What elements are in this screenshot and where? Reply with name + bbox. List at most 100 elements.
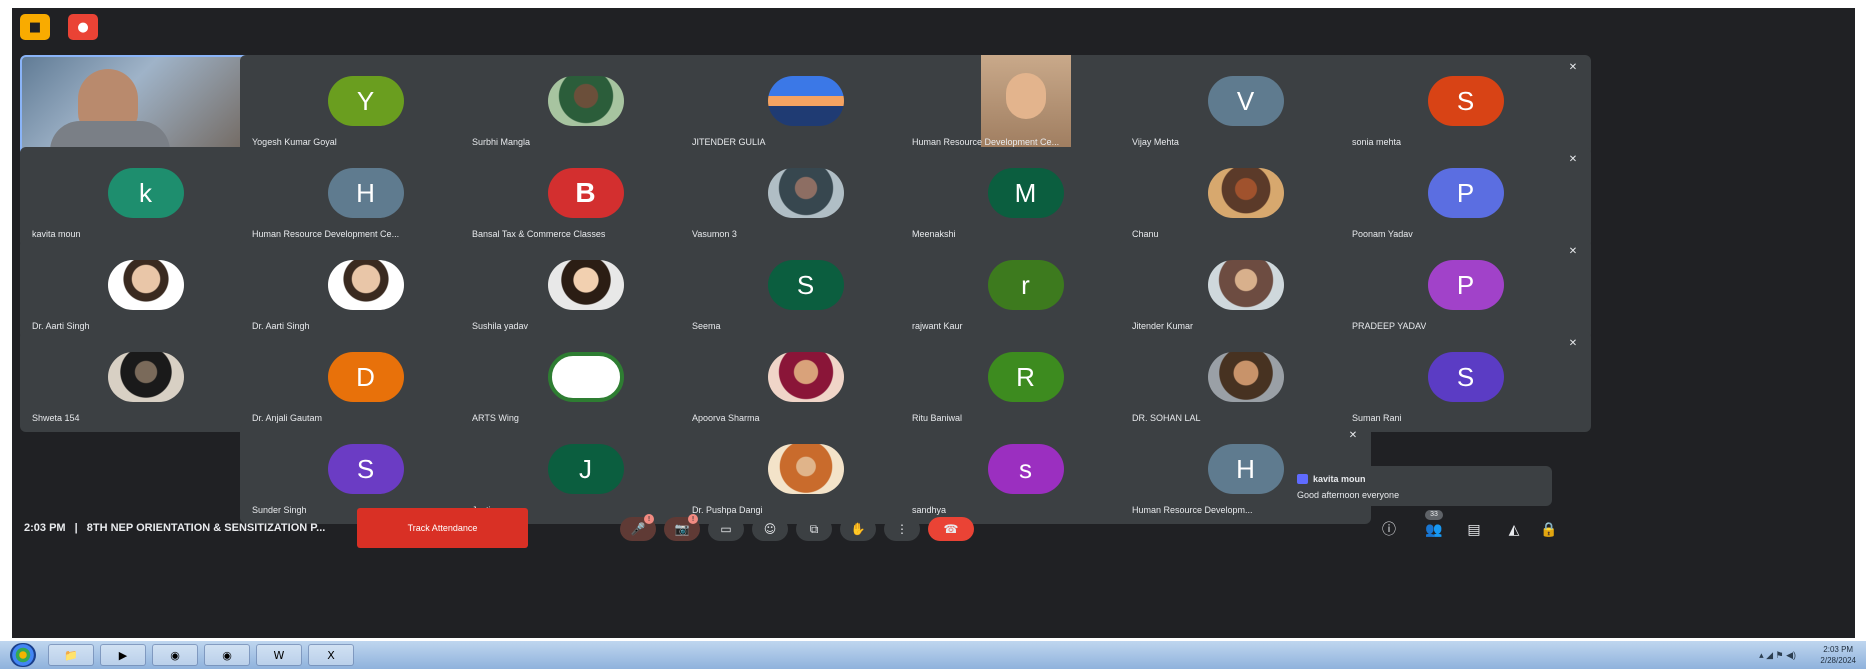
raise-hand-button[interactable]: ✋ — [840, 517, 876, 541]
word-icon[interactable]: W — [256, 644, 302, 666]
file-explorer-icon[interactable]: 📁 — [48, 644, 94, 666]
participant-tile[interactable]: S ✕ Seema — [680, 239, 931, 340]
participant-tile[interactable]: k ✕ kavita moun — [20, 147, 271, 248]
record-icon[interactable]: ● — [68, 14, 98, 40]
mic-off-icon: ! — [644, 514, 654, 524]
participant-tile[interactable]: S ✕ Suman Rani — [1340, 331, 1591, 432]
clock[interactable]: 2:03 PM 2/28/2024 — [1820, 644, 1856, 666]
people-icon[interactable]: 👥 — [1424, 520, 1444, 540]
participant-tile[interactable]: ✕ DR. SOHAN LAL — [1120, 331, 1371, 432]
participant-tile[interactable]: R ✕ Ritu Baniwal — [900, 331, 1151, 432]
participant-tile[interactable]: D ✕ Dr. Anjali Gautam — [240, 331, 491, 432]
meeting-title: 8TH NEP ORIENTATION & SENSITIZATION P... — [86, 522, 326, 534]
avatar — [107, 260, 184, 310]
clock-time: 2:03 PM — [1823, 645, 1854, 654]
participant-name: Chanu — [1132, 229, 1159, 239]
participant-tile[interactable]: H ✕ Human Resource Development Ce... — [240, 147, 491, 248]
system-tray[interactable]: ▴ ◢ ⚑ ◀) — [1759, 650, 1796, 661]
avatar — [767, 352, 844, 402]
present-button[interactable]: ⧉ — [796, 517, 832, 541]
activities-icon[interactable]: ◭ — [1504, 520, 1524, 540]
avatar: M — [987, 168, 1064, 218]
avatar — [1207, 352, 1284, 402]
participant-name: Jitender Kumar — [1132, 321, 1194, 331]
avatar — [1207, 168, 1284, 218]
participant-tile[interactable]: ✕ Vasumon 3 — [680, 147, 931, 248]
avatar: R — [987, 352, 1064, 402]
participant-name: kavita moun — [32, 229, 81, 239]
excel-icon[interactable]: X — [308, 644, 354, 666]
participant-name: Sushila yadav — [472, 321, 529, 331]
participant-name: Bansal Tax & Commerce Classes — [472, 229, 606, 239]
participant-tile[interactable]: ✕ Surbhi Mangla — [460, 55, 711, 156]
chrome-icon[interactable]: ◉ — [204, 644, 250, 666]
avatar: H — [327, 168, 404, 218]
captions-button[interactable]: ▭ — [708, 517, 744, 541]
participant-name: Shweta 154 — [32, 413, 80, 423]
chrome-icon[interactable]: ◉ — [152, 644, 198, 666]
emoji-button[interactable]: ☺ — [752, 517, 788, 541]
participant-tile[interactable]: V ✕ Vijay Mehta — [1120, 55, 1371, 156]
participant-name: Vijay Mehta — [1132, 137, 1179, 147]
participant-tile[interactable]: P ✕ Poonam Yadav — [1340, 147, 1591, 248]
participant-tile[interactable]: ✕ Apoorva Sharma — [680, 331, 931, 432]
participant-tile[interactable]: ✕ Chanu — [1120, 147, 1371, 248]
participant-name: Human Resource Development Ce... — [252, 229, 400, 239]
avatar — [327, 260, 404, 310]
more-options-button[interactable]: ⋮ — [884, 517, 920, 541]
host-controls-icon[interactable]: 🔒 — [1539, 520, 1559, 540]
participant-name: sonia mehta — [1352, 137, 1402, 147]
avatar: r — [987, 260, 1064, 310]
participant-name: Surbhi Mangla — [472, 137, 531, 147]
participant-name: Poonam Yadav — [1352, 229, 1413, 239]
participant-name: DR. SOHAN LAL — [1132, 413, 1201, 423]
participant-tile[interactable]: JITENDER GULIA — [680, 55, 931, 156]
participant-tile[interactable]: P ✕ PRADEEP YADAV — [1340, 239, 1591, 340]
avatar: S — [327, 444, 404, 494]
start-button[interactable] — [10, 643, 36, 667]
chat-notification[interactable]: kavita moun Good afternoon everyone — [1285, 466, 1552, 506]
participant-tile[interactable]: r ✕ rajwant Kaur — [900, 239, 1151, 340]
meeting-icon[interactable]: ■ — [20, 14, 50, 40]
participant-tile[interactable]: M ✕ Meenakshi — [900, 147, 1151, 248]
leave-call-button[interactable]: ☎ — [928, 517, 974, 541]
participant-name: Dr. Anjali Gautam — [252, 413, 323, 423]
mic-button[interactable]: 🎤! — [620, 514, 656, 541]
avatar: J — [547, 444, 624, 494]
meeting-time: 2:03 PM — [24, 522, 66, 534]
info-icon[interactable]: ⓘ — [1379, 520, 1399, 540]
participant-name: Meenakshi — [912, 229, 956, 239]
participant-tile[interactable]: Y ✕ Yogesh Kumar Goyal — [240, 55, 491, 156]
participant-name: Seema — [692, 321, 721, 331]
mic-off-icon: ✕ — [1568, 62, 1578, 73]
participant-tile[interactable]: ✕ Dr. Aarti Singh — [20, 239, 271, 340]
avatar — [1207, 260, 1284, 310]
camera-button[interactable]: 📷! — [664, 514, 700, 541]
participant-tile[interactable]: ✕ Dr. Aarti Singh — [240, 239, 491, 340]
participant-name: Suman Rani — [1352, 413, 1402, 423]
clock-date: 2/28/2024 — [1820, 656, 1856, 665]
chat-avatar-icon — [1297, 474, 1308, 484]
avatar: P — [1427, 260, 1504, 310]
participant-tile[interactable]: S ✕ sonia mehta — [1340, 55, 1591, 156]
participant-tile[interactable]: ✕ ARTS Wing — [460, 331, 711, 432]
self-view-tile[interactable]: ••• — [20, 55, 271, 156]
participant-tile[interactable]: ✕ Jitender Kumar — [1120, 239, 1371, 340]
participants-count: 33 — [1425, 510, 1443, 520]
participant-name: Human Resource Development Ce... — [912, 137, 1060, 147]
avatar — [547, 260, 624, 310]
mic-off-icon: ✕ — [1568, 338, 1578, 349]
participant-tile[interactable]: B ✕ Bansal Tax & Commerce Classes — [460, 147, 711, 248]
avatar: Y — [327, 76, 404, 126]
media-player-icon[interactable]: ▶ — [100, 644, 146, 666]
participant-tile[interactable]: ✕ Shweta 154 — [20, 331, 271, 432]
avatar: S — [767, 260, 844, 310]
participant-tile[interactable]: ✕ Sushila yadav — [460, 239, 711, 340]
track-attendance-button[interactable]: Track Attendance — [357, 508, 528, 548]
avatar — [767, 168, 844, 218]
chat-sender: kavita moun — [1313, 474, 1366, 484]
participant-name: Vasumon 3 — [692, 229, 737, 239]
chat-icon[interactable]: ▤ — [1464, 520, 1484, 540]
participant-tile[interactable]: Human Resource Development Ce... — [900, 55, 1151, 156]
control-bar: 2:03 PM | 8TH NEP ORIENTATION & SENSITIZ… — [12, 506, 1855, 550]
